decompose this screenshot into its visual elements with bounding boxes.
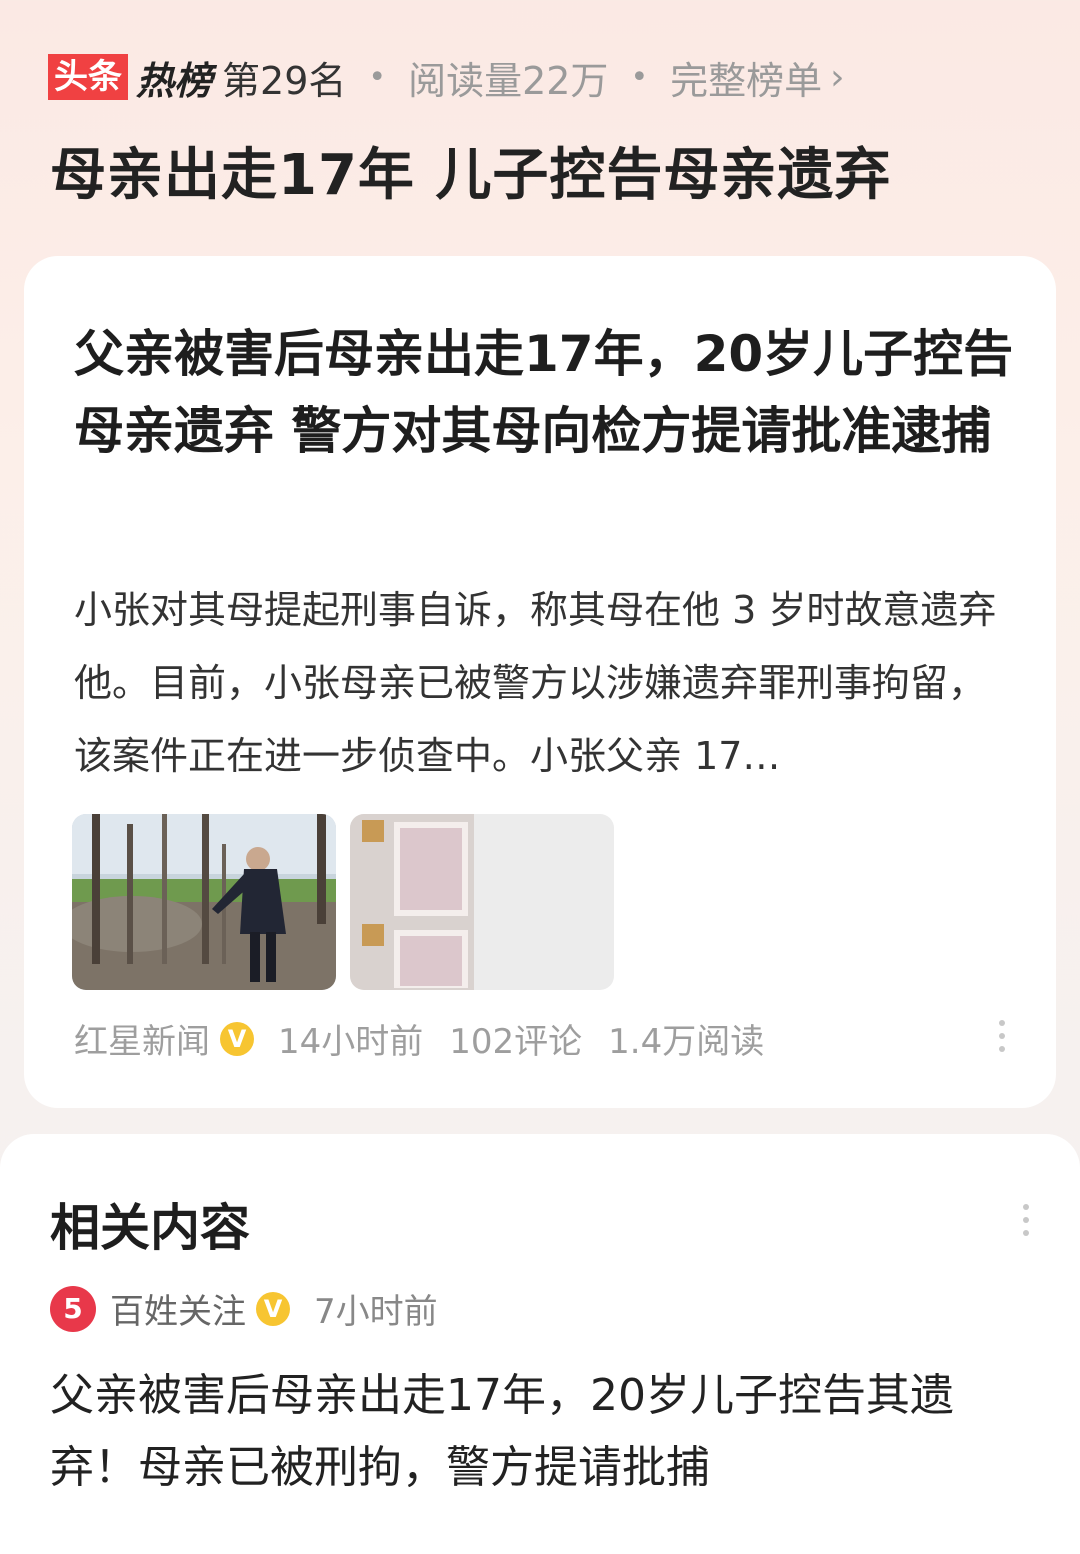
rank-label: 第29名 <box>222 58 347 103</box>
related-article-title[interactable]: 父亲被害后母亲出走17年，20岁儿子控告其遗弃！母亲已被刑拘，警方提请批捕 <box>50 1360 1040 1504</box>
verified-icon: V <box>220 1021 254 1056</box>
verified-icon: V <box>256 1291 290 1326</box>
article-photo-field[interactable] <box>72 814 336 990</box>
hot-list-logo: 热榜 <box>136 58 213 103</box>
article-thumbnails <box>72 814 614 990</box>
article-meta: 红星新闻 V 14小时前 102评论 1.4万阅读 <box>74 1014 764 1063</box>
separator-dot: • <box>630 59 649 95</box>
chevron-right-icon[interactable]: › <box>830 57 844 98</box>
article-title[interactable]: 父亲被害后母亲出走17年，20岁儿子控告母亲遗弃 警方对其母向检方提请批准逮捕 <box>74 316 1014 470</box>
source-name[interactable]: 红星新闻 <box>74 1014 210 1063</box>
related-content-panel: 相关内容 5 百姓关注 V 7小时前 父亲被害后母亲出走17年，20岁儿子控告其… <box>0 1134 1080 1554</box>
publish-time: 14小时前 <box>278 1022 424 1062</box>
hot-list-bar: 头条 热榜 第29名 • 阅读量22万 • 完整榜单 › <box>48 50 845 105</box>
publish-time: 7小时前 <box>314 1292 438 1332</box>
more-icon[interactable] <box>1016 1204 1036 1236</box>
hot-topic-headline[interactable]: 母亲出走17年 儿子控告母亲遗弃 <box>50 130 891 211</box>
article-photo-documents[interactable] <box>350 814 614 990</box>
read-count: 1.4万阅读 <box>608 1022 765 1062</box>
related-source: 5 百姓关注 V 7小时前 <box>50 1284 438 1333</box>
source-logo-icon: 5 <box>50 1285 96 1332</box>
more-icon[interactable] <box>992 1020 1012 1052</box>
read-count: 阅读量22万 <box>408 58 609 103</box>
source-name[interactable]: 百姓关注 <box>110 1284 246 1333</box>
article-card[interactable]: 父亲被害后母亲出走17年，20岁儿子控告母亲遗弃 警方对其母向检方提请批准逮捕 … <box>24 256 1056 1108</box>
full-list-link[interactable]: 完整榜单 <box>670 50 822 105</box>
toutiao-logo: 头条 <box>48 54 128 100</box>
article-summary: 小张对其母提起刑事自诉，称其母在他 3 岁时故意遗弃他。目前，小张母亲已被警方以… <box>74 588 997 778</box>
separator-dot: • <box>368 59 387 95</box>
section-title: 相关内容 <box>50 1199 250 1257</box>
comment-count: 102评论 <box>449 1022 583 1062</box>
